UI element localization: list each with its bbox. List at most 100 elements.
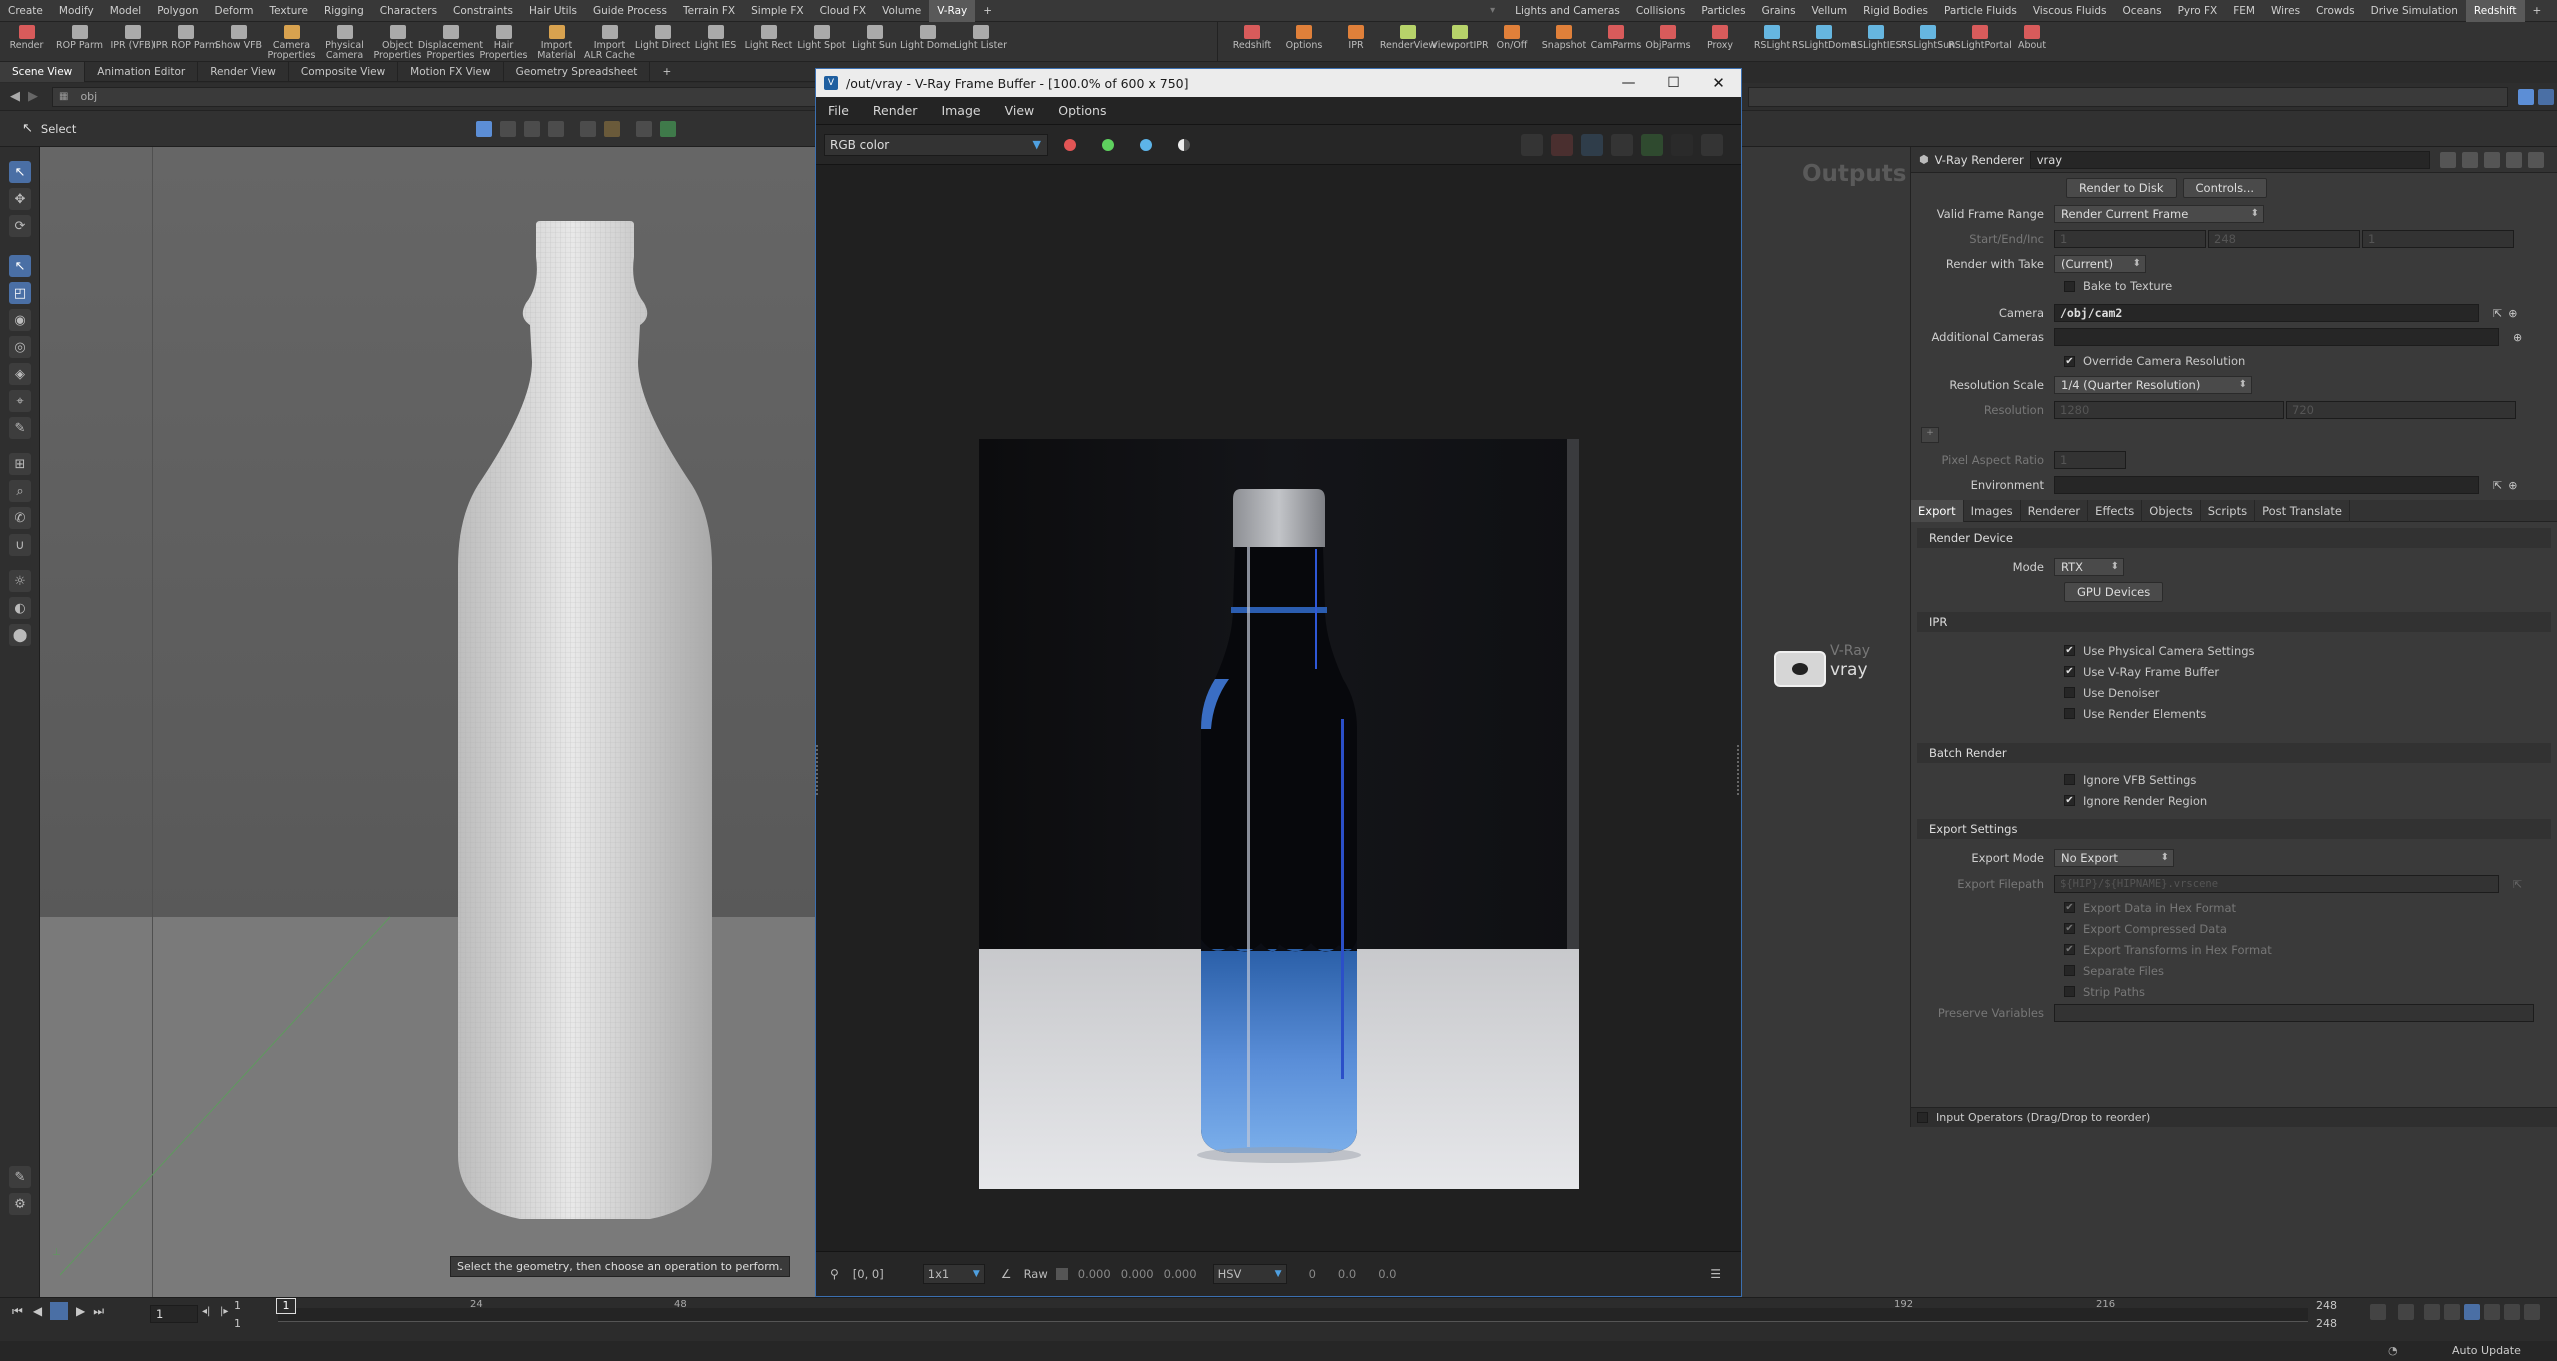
shelf-tool-light-direct[interactable]: Light Direct [635,22,690,51]
shelf-tool-light-rect[interactable]: Light Rect [742,22,795,51]
shelf-tool-proxy[interactable]: Proxy [1694,22,1746,51]
handle-tool-icon[interactable]: ◰ [9,282,31,304]
sample-size-dropdown[interactable]: 1x1 ▼ [922,1264,985,1284]
shelf-tab-volume[interactable]: Volume [874,0,929,22]
param-tab-objects[interactable]: Objects [2142,499,2201,522]
checkbox-ignore-vfb-settings[interactable] [2064,774,2075,785]
shelf-tool-render[interactable]: Render [0,22,53,51]
render-icon[interactable] [1701,133,1723,156]
pane-tab-motion-fx-view[interactable]: Motion FX View [398,61,504,82]
param-tab-images[interactable]: Images [1964,499,2021,522]
light-tool-icon[interactable]: ☼ [9,570,31,592]
shelf-tab-grains[interactable]: Grains [1754,0,1804,22]
checkbox-ignore-render-region[interactable]: ✔ [2064,795,2075,806]
shelf-tab-crowds[interactable]: Crowds [2308,0,2363,22]
shelf-tab-vellum[interactable]: Vellum [1804,0,1856,22]
play-icon[interactable]: ▶ [76,1304,85,1318]
bake-to-texture-checkbox[interactable] [2064,280,2075,292]
export-settings-section[interactable]: Export Settings [1917,819,2551,839]
shelf-tab-terrain-fx[interactable]: Terrain FX [675,0,743,22]
grid-tool-icon[interactable]: ⊞ [9,453,31,475]
left-resize-handle[interactable] [816,745,822,795]
info-icon[interactable] [2505,151,2522,168]
pane-tab-scene-view[interactable]: Scene View [0,61,86,82]
green-channel-icon[interactable] [1102,138,1114,151]
magnify-tool-icon[interactable]: ⌕ [9,480,31,502]
resolution-scale-dropdown[interactable]: 1/4 (Quarter Resolution) [2054,376,2252,394]
pose-tool-icon[interactable]: ↖ [9,255,31,277]
end-frame-field[interactable]: 248 [2208,230,2360,248]
maximize-icon[interactable]: ☐ [1651,75,1696,91]
record-tool-icon[interactable]: ⬤ [9,624,31,646]
magnet-tool-icon[interactable]: ∪ [9,534,31,556]
shelf-tab-particle-fluids[interactable]: Particle Fluids [1936,0,2025,22]
shelf-tool-displacement-properties[interactable]: Displacement Properties [418,22,483,61]
shelf-tool-snapshot[interactable]: Snapshot [1538,22,1590,51]
shelf-tool-camera-properties[interactable]: Camera Properties [265,22,318,61]
node-name-field[interactable]: vray [2029,150,2430,169]
shelf-tool-light-dome[interactable]: Light Dome [900,22,955,51]
render-with-take-dropdown[interactable]: (Current) [2054,255,2146,273]
box-select-icon[interactable] [476,120,493,137]
key-search-icon[interactable] [2370,1304,2386,1320]
shelf-tool-light-lister[interactable]: Light Lister [954,22,1007,51]
valid-frame-range-dropdown[interactable]: Render Current Frame [2054,205,2264,223]
shelf-tool-objparms[interactable]: ObjParms [1642,22,1694,51]
audio-icon[interactable] [2484,1304,2500,1320]
shelf-tab-cloud-fx[interactable]: Cloud FX [812,0,875,22]
shelf-tool-physical-camera[interactable]: Physical Camera [318,22,371,61]
history-icon[interactable]: ☰ [1710,1267,1721,1281]
shelf-tab-v-ray[interactable]: V-Ray [929,0,976,22]
vfb-menu-image[interactable]: Image [929,97,992,125]
shelf-tool-ipr[interactable]: IPR [1330,22,1382,51]
override-cam-res-checkbox[interactable]: ✔ [2064,355,2075,367]
shelf-tool-ipr-rop-parm[interactable]: IPR ROP Parm [153,22,218,51]
batch-render-section[interactable]: Batch Render [1917,743,2551,763]
start-frame-field[interactable]: 1 [2054,230,2206,248]
shelf-tool-object-properties[interactable]: Object Properties [371,22,424,61]
param-tab-effects[interactable]: Effects [2088,499,2143,522]
shelf-tab-pyro-fx[interactable]: Pyro FX [2170,0,2226,22]
environment-field[interactable] [2054,476,2479,494]
param-tab-scripts[interactable]: Scripts [2201,499,2256,522]
lasso-select-icon[interactable] [500,120,517,137]
vfb-title-bar[interactable]: V /out/vray - V-Ray Frame Buffer - [100.… [816,69,1741,97]
vfb-menu-view[interactable]: View [993,97,1047,125]
wrench-icon[interactable]: ✎ [9,1166,31,1188]
shelf-tool-import-material[interactable]: Import Material [530,22,583,61]
shelf-tab-deform[interactable]: Deform [206,0,261,22]
shelf-tab-modify[interactable]: Modify [51,0,102,22]
stop-render-icon[interactable] [1671,133,1693,156]
play-reverse-icon[interactable]: ◀ [33,1304,42,1318]
select-groups-icon[interactable] [604,120,621,137]
shelf-tab-particles[interactable]: Particles [1693,0,1753,22]
start-ipr-icon[interactable] [1641,133,1663,156]
param-tab-renderer[interactable]: Renderer [2021,499,2089,522]
auto-update-label[interactable]: Auto Update [2452,1344,2521,1357]
network-editor[interactable]: Outputs V-Ray vray [1740,111,1910,1116]
environment-chooser-icon[interactable]: ⇱ [2493,479,2502,492]
snap-icon[interactable] [636,120,653,137]
shelf-tool-rslighties[interactable]: RSLightIES [1850,22,1902,51]
shelf-tool-options[interactable]: Options [1278,22,1330,51]
resolution-y-field[interactable]: 720 [2286,401,2516,419]
region-render-icon[interactable] [1581,133,1603,156]
pixel-aspect-field[interactable]: 1 [2054,451,2126,469]
environment-pick-icon[interactable]: ⊕ [2508,479,2517,492]
shelf-tool-camparms[interactable]: CamParms [1590,22,1642,51]
first-frame-icon[interactable]: ⏮ [12,1304,23,1319]
vfb-menu-file[interactable]: File [816,97,861,125]
track-mouse-icon[interactable] [1611,133,1633,156]
checkbox-use-v-ray-frame-buffer[interactable]: ✔ [2064,666,2075,677]
current-frame-marker[interactable]: 1 [276,1298,296,1314]
help-icon[interactable] [2461,151,2478,168]
param-tab-export[interactable]: Export [1911,499,1964,522]
shelf-tool-redshift[interactable]: Redshift [1226,22,1278,51]
blue-channel-icon[interactable] [1140,138,1152,151]
display-options-icon[interactable]: ⚙ [9,1193,31,1215]
ipr-section[interactable]: IPR [1917,612,2551,632]
shelf-tool-light-spot[interactable]: Light Spot [795,22,848,51]
mode-dropdown[interactable]: RTX [2054,558,2124,576]
shelf-tool-light-ies[interactable]: Light IES [689,22,742,51]
inc-frame-field[interactable]: 1 [2362,230,2514,248]
